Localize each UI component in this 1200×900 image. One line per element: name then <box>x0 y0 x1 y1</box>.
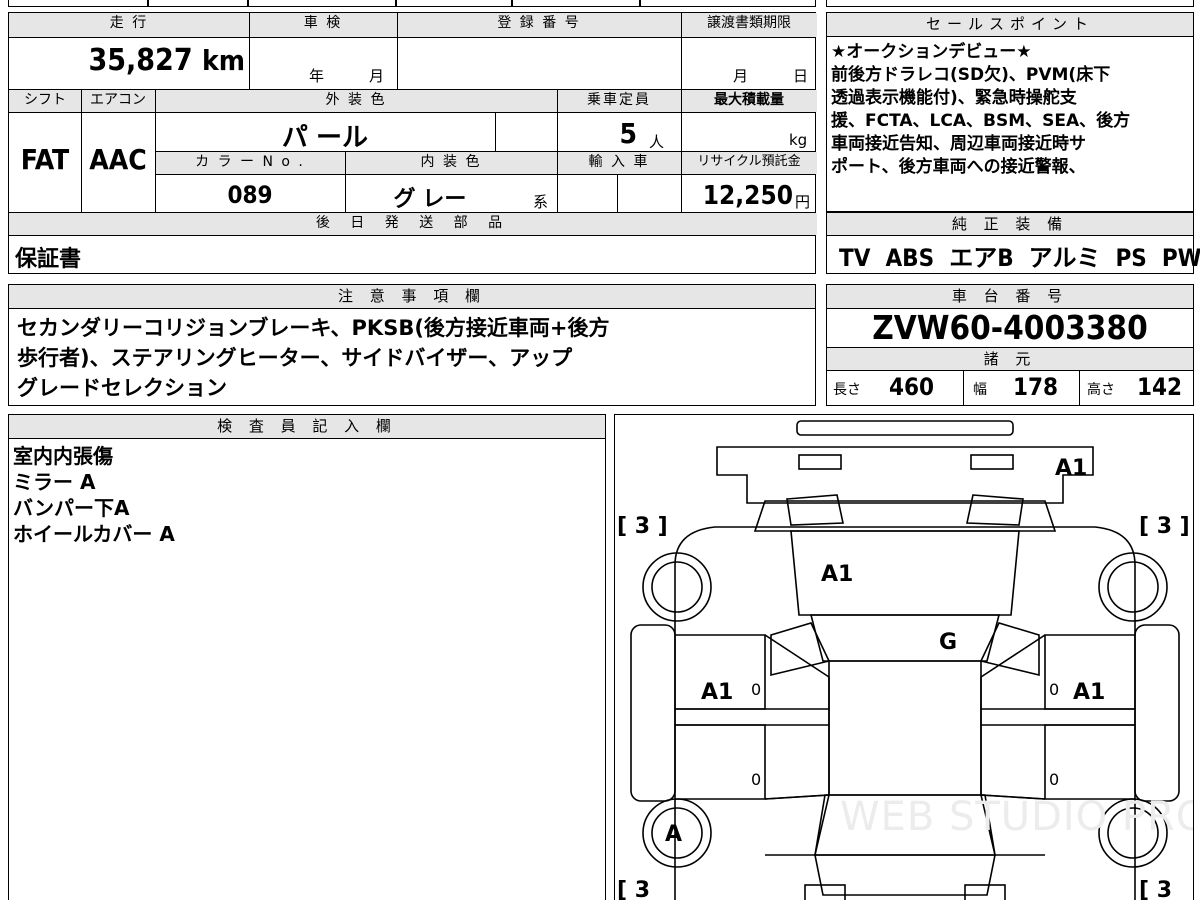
length-label: 長さ <box>833 382 861 398</box>
inspector-line: バンパー下A <box>13 496 130 520</box>
recycle-value: 12,250 <box>702 181 793 211</box>
notes-label: 注 意 事 項 欄 <box>9 285 815 309</box>
sales-line: ★オークションデビュー★ <box>831 42 1032 62</box>
notes-line: グレードセレクション <box>17 376 227 400</box>
equipment-value: TV ABS エアB アルミ PS PW <box>839 244 1200 272</box>
sales-line: 援、FCTA、LCA、BSM、SEA、後方 <box>831 111 1131 131</box>
inspector-label: 検 査 員 記 入 欄 <box>9 415 605 439</box>
spec-label: 諸 元 <box>827 347 1193 371</box>
capacity-label: 乗車定員 <box>557 90 681 112</box>
sales-line: 前後方ドラレコ(SD欠)、PVM(床下 <box>831 65 1111 85</box>
tire-front-left: [ 3 ] <box>617 514 668 539</box>
notes-line: セカンダリーコリジョンブレーキ、PKSB(後方接近車両+後方 <box>17 316 610 340</box>
registration-label: 登 録 番 号 <box>397 13 681 37</box>
mark-right-door: A1 <box>1073 680 1105 705</box>
height-label: 高さ <box>1087 382 1115 398</box>
later-parts-label: 後 日 発 送 部 品 <box>9 213 817 235</box>
inspection-year: 年 <box>309 67 325 85</box>
mark-rear-top: A1 <box>1055 456 1087 481</box>
width-value: 178 <box>1013 373 1059 401</box>
later-parts-value: 保証書 <box>15 247 82 272</box>
sales-line: 透過表示機能付)、緊急時操舵支 <box>831 88 1077 108</box>
interior-label: 内 装 色 <box>345 152 557 174</box>
recycle-unit: 円 <box>795 193 811 211</box>
car-damage-diagram: WEB STUDIO PRO A1 A1 G A1 A1 A 0 0 0 0 [… <box>617 420 1194 900</box>
maxload-unit: kg <box>789 131 808 149</box>
width-label: 幅 <box>973 382 987 398</box>
sales-line: ポート、後方車両への接近警報、 <box>831 157 1086 177</box>
length-value: 460 <box>889 373 935 401</box>
aircon-label: エアコン <box>81 90 155 112</box>
sales-points-label: セールスポイント <box>827 13 1193 37</box>
chassis-label: 車 台 番 号 <box>827 285 1193 309</box>
interior-value: グ レー <box>393 187 467 212</box>
top-cutoff-strip <box>0 0 1200 7</box>
watermark-text: WEB STUDIO PRO <box>840 794 1194 840</box>
inspector-line: ホイールカバー A <box>13 522 175 546</box>
aircon-value: AAC <box>89 143 147 176</box>
sales-points-box: セールスポイント ★オークションデビュー★ 前後方ドラレコ(SD欠)、PVM(床… <box>826 12 1194 212</box>
mileage-value: 35,827 km <box>88 43 245 78</box>
notes-line: 歩行者)、ステアリングヒーター、サイドバイザー、アップ <box>17 346 573 370</box>
equipment-box: 純 正 装 備 TV ABS エアB アルミ PS PW <box>826 212 1200 274</box>
tire-rear-left: [ 3 <box>617 878 650 900</box>
mark-left-wheel: A <box>665 822 682 847</box>
transfer-month: 月 <box>733 67 749 85</box>
inspector-box: 検 査 員 記 入 欄 室内内張傷 ミラー A バンパー下A ホイールカバー A <box>8 414 606 900</box>
recycle-label: リサイクル預託金 <box>681 152 817 174</box>
shift-label: シフト <box>9 90 81 112</box>
capacity-value: 5 <box>619 117 637 150</box>
height-value: 142 <box>1137 373 1183 401</box>
sales-line: 車両接近告知、周辺車両接近時サ <box>831 134 1086 154</box>
mark-zero: 0 <box>1049 680 1059 699</box>
shift-value: FAT <box>20 143 70 176</box>
inspection-label: 車 検 <box>249 13 397 37</box>
capacity-unit: 人 <box>649 133 665 151</box>
tire-rear-right: [ 3 <box>1139 878 1172 900</box>
equipment-label: 純 正 装 備 <box>827 212 1193 236</box>
vehicle-info-table: 走 行 車 検 登 録 番 号 譲渡書類期限 35,827 km 年 月 月 日… <box>8 12 817 274</box>
color-no-label: カ ラ ー N o . <box>155 152 345 174</box>
maxload-label: 最大積載量 <box>681 90 817 112</box>
inspector-line: 室内内張傷 <box>13 444 113 468</box>
chassis-number: ZVW60-4003380 <box>872 308 1148 347</box>
mark-zero: 0 <box>751 680 761 699</box>
inspection-month: 月 <box>369 67 385 85</box>
mark-roof: G <box>939 630 957 655</box>
mark-trunk: A1 <box>821 562 853 587</box>
import-label: 輸 入 車 <box>557 152 681 174</box>
mark-left-door: A1 <box>701 680 733 705</box>
exterior-value: パ ール <box>281 123 369 153</box>
tire-front-right: [ 3 ] <box>1139 514 1190 539</box>
chassis-box: 車 台 番 号 ZVW60-4003380 諸 元 長さ 460 幅 178 高… <box>826 284 1194 406</box>
exterior-label: 外 装 色 <box>155 90 557 112</box>
notes-box: 注 意 事 項 欄 セカンダリーコリジョンブレーキ、PKSB(後方接近車両+後方… <box>8 284 816 406</box>
interior-suffix: 系 <box>533 193 549 211</box>
mark-zero: 0 <box>751 770 761 789</box>
mileage-label: 走 行 <box>9 13 249 37</box>
mark-zero: 0 <box>1049 770 1059 789</box>
transfer-day: 日 <box>793 67 809 85</box>
damage-diagram-box: WEB STUDIO PRO A1 A1 G A1 A1 A 0 0 0 0 [… <box>614 414 1194 900</box>
color-no-value: 089 <box>227 181 273 209</box>
inspector-line: ミラー A <box>13 470 96 494</box>
transfer-label: 譲渡書類期限 <box>681 13 817 37</box>
